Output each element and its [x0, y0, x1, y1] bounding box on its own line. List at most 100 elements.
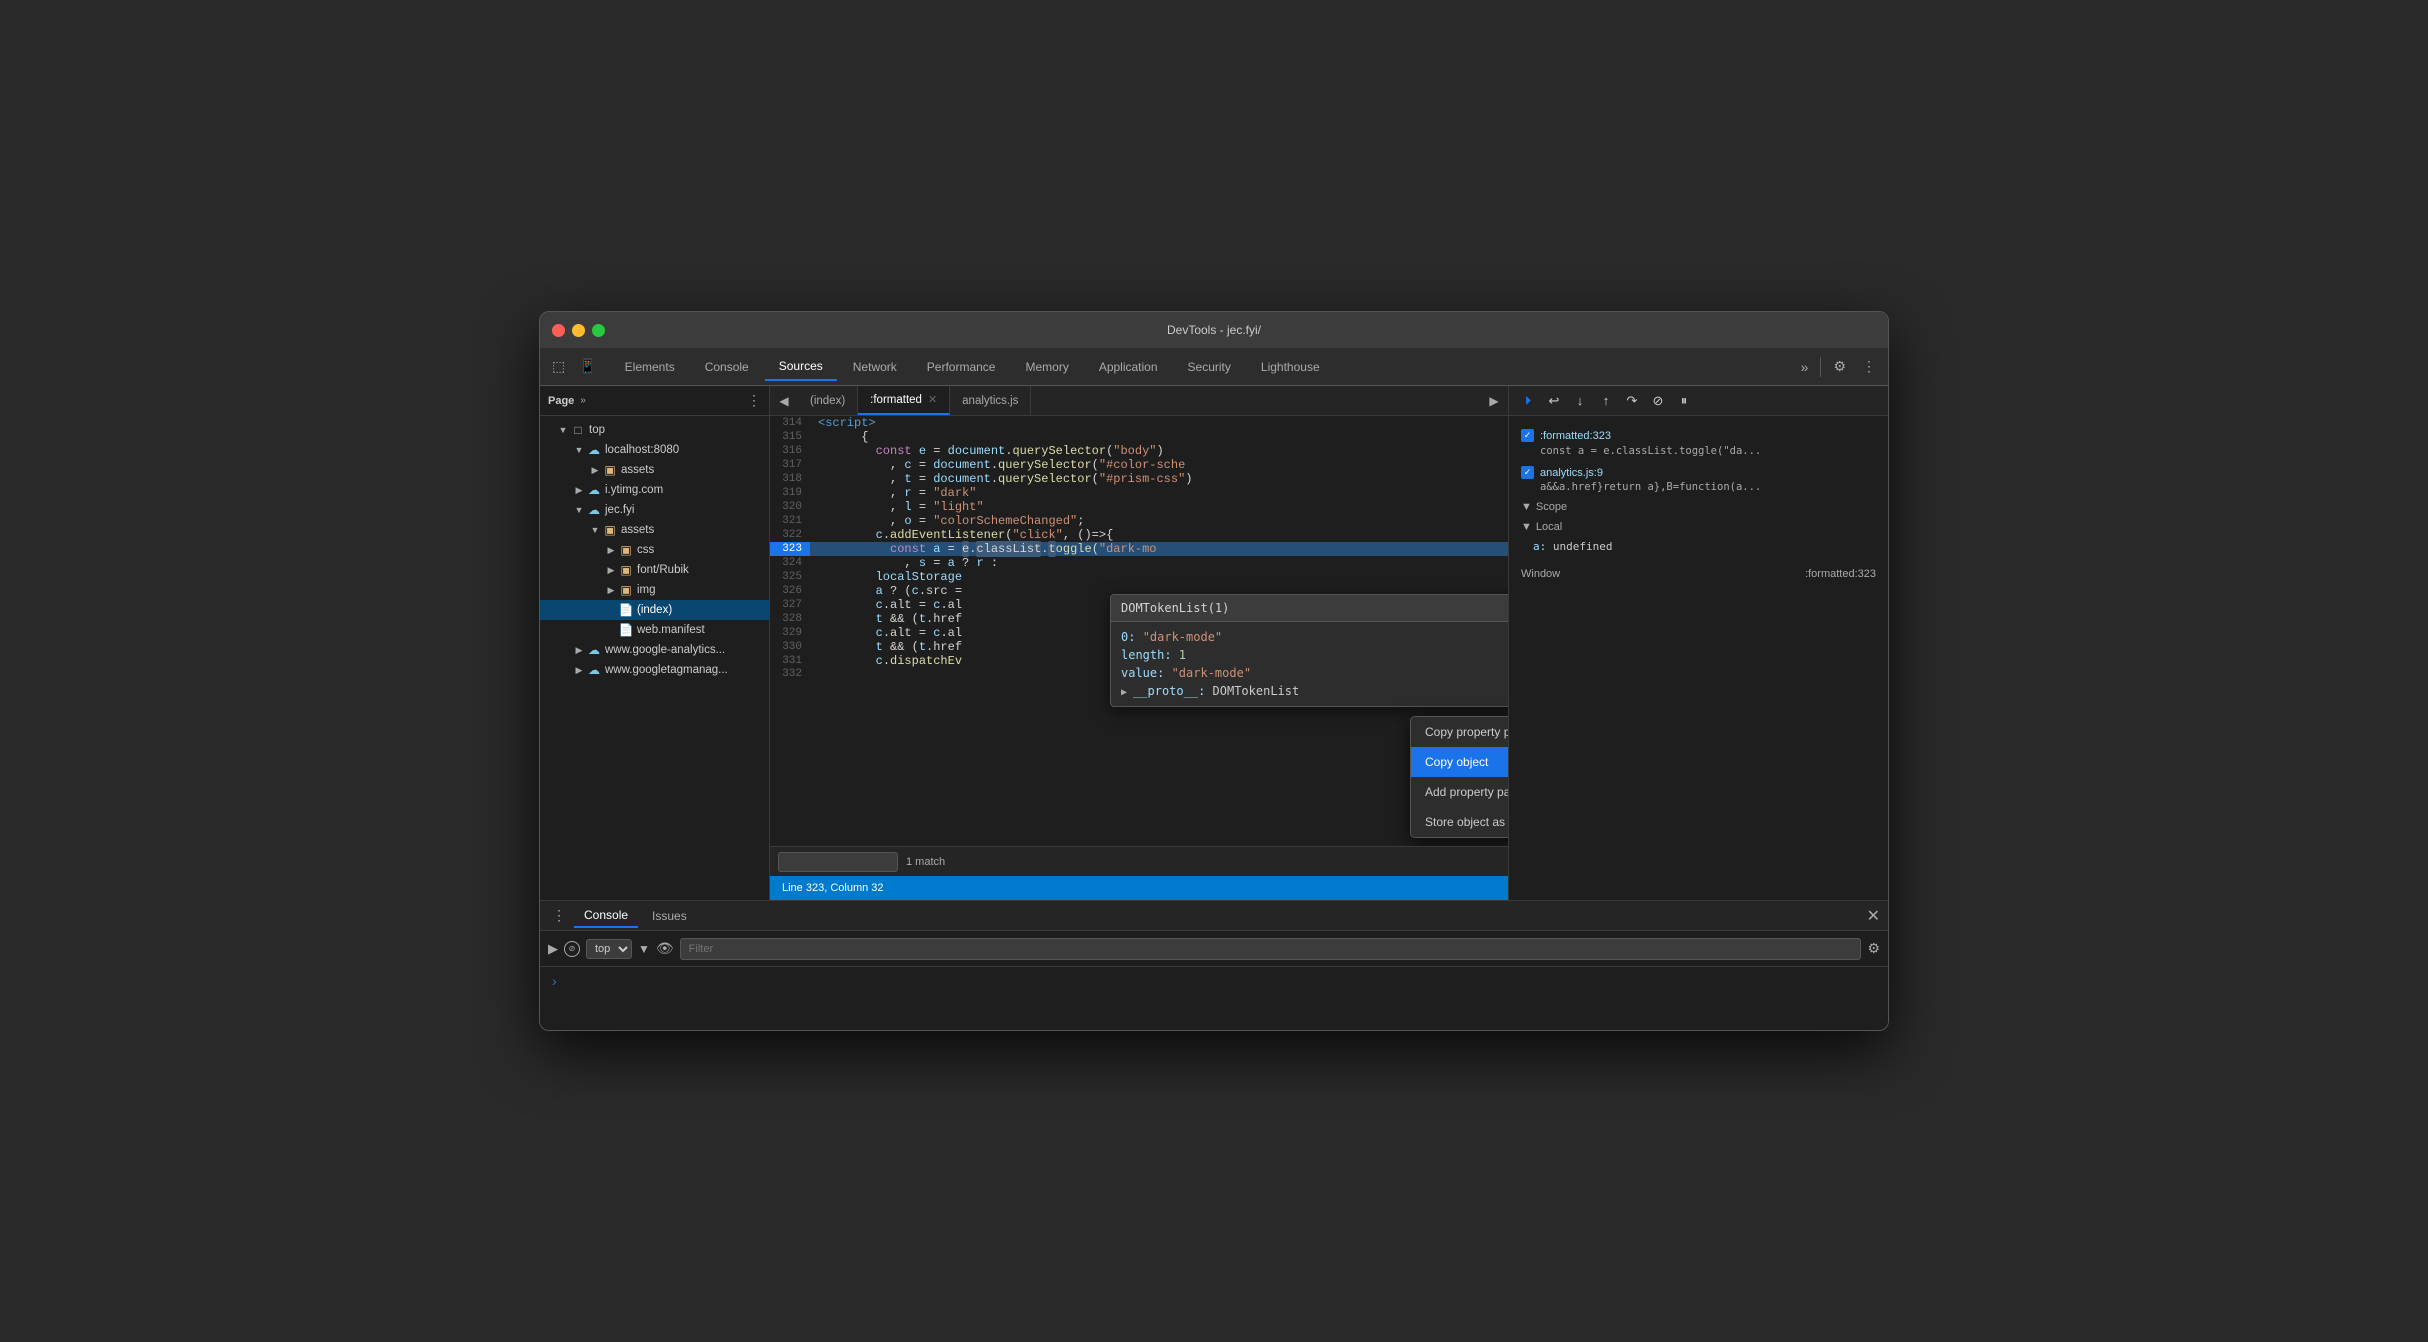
tab-performance[interactable]: Performance [913, 354, 1010, 380]
tree-item-ytimg[interactable]: ▶ ☁ i.ytimg.com [540, 480, 769, 500]
tooltip-val-value: "dark-mode" [1172, 666, 1251, 680]
console-context-select[interactable]: top [586, 939, 632, 959]
tooltip-val-proto: DOMTokenList [1213, 684, 1300, 698]
code-area[interactable]: 314 <script> 315 { 316 const e = documen… [770, 416, 1508, 846]
maximize-button[interactable] [592, 324, 605, 337]
context-menu-copy-object[interactable]: Copy object [1411, 747, 1508, 777]
editor-tab-formatted[interactable]: :formatted ✕ [858, 386, 950, 415]
console-block-btn[interactable]: ⊘ [564, 941, 580, 957]
tree-item-jec[interactable]: ▼ ☁ jec.fyi [540, 500, 769, 520]
tree-item-ga[interactable]: ▶ ☁ www.google-analytics... [540, 640, 769, 660]
tooltip-title: DOMTokenList(1) [1111, 595, 1508, 622]
tab-sources[interactable]: Sources [765, 353, 837, 381]
editor-nav-right[interactable]: ▶ [1480, 394, 1508, 408]
editor-tab-close[interactable]: ✕ [928, 393, 937, 406]
step-over-btn[interactable]: ↩ [1543, 390, 1565, 412]
more-tabs-icon[interactable]: » [1797, 355, 1813, 379]
step-out-btn[interactable]: ↑ [1595, 390, 1617, 412]
search-match-count: 1 match [906, 856, 945, 868]
pause-exceptions-btn[interactable]: ⏸ [1673, 390, 1695, 412]
breakpoint-checkbox-1[interactable]: ✓ [1521, 429, 1534, 442]
arrow-icon: ▶ [604, 543, 618, 557]
tree-label-gtm: www.googletagmanag... [605, 664, 728, 676]
editor-nav-left[interactable]: ◀ [770, 386, 798, 415]
file-tree-menu-icon[interactable]: ⋮ [747, 392, 761, 409]
tab-network[interactable]: Network [839, 354, 911, 380]
editor-tabs: ◀ (index) :formatted ✕ analytics.js ▶ [770, 386, 1508, 416]
step-btn[interactable]: ↷ [1621, 390, 1643, 412]
title-bar: DevTools - jec.fyi/ [540, 312, 1888, 348]
tree-item-manifest[interactable]: ▶ 📄 web.manifest [540, 620, 769, 640]
console-close-btn[interactable]: ✕ [1867, 906, 1880, 926]
tab-elements[interactable]: Elements [611, 354, 689, 380]
editor-tab-analytics[interactable]: analytics.js [950, 386, 1031, 415]
code-line-324: 324 , s = a ? r : [770, 556, 1508, 570]
proto-arrow-icon: ▶ [1121, 687, 1133, 698]
tooltip-key-value: value: [1121, 666, 1172, 680]
local-section-header[interactable]: ▼ Local [1509, 517, 1888, 537]
code-line-320: 320 , l = "light" [770, 500, 1508, 514]
scope-section-header[interactable]: ▼ Scope [1509, 497, 1888, 517]
scope-key-a: a: [1533, 540, 1553, 553]
tree-label-top: top [589, 424, 605, 436]
tree-item-top[interactable]: ▼ □ top [540, 420, 769, 440]
context-menu-store-global[interactable]: Store object as global variable [1411, 807, 1508, 837]
debugger-panel: ⏵ ↩ ↓ ↑ ↷ ⊘ ⏸ ✓ :formatted:323 [1508, 386, 1888, 900]
tree-label-css: css [637, 544, 654, 556]
code-line-322: 322 c.addEventListener("click", ()=>{ [770, 528, 1508, 542]
console-panel: ⋮ Console Issues ✕ ▶ ⊘ top ▼ 👁 ⚙ › [540, 900, 1888, 1030]
console-filter-input[interactable] [680, 938, 1862, 960]
step-into-btn[interactable]: ↓ [1569, 390, 1591, 412]
tree-label-img: img [637, 584, 656, 596]
folder-icon: ▣ [602, 462, 618, 478]
tab-console[interactable]: Console [691, 354, 763, 380]
inspector-icon[interactable]: ⬚ [548, 354, 569, 379]
console-settings-icon[interactable]: ⚙ [1867, 940, 1880, 957]
console-run-btn[interactable]: ▶ [548, 941, 558, 957]
file-icon: 📄 [618, 602, 634, 618]
bp-file-1: :formatted:323 [1540, 430, 1611, 442]
breakpoint-filename-1: :formatted:323 [1540, 428, 1761, 445]
window-label: Window [1521, 568, 1560, 580]
folder-icon: ▣ [602, 522, 618, 538]
file-tree-content: ▼ □ top ▼ ☁ localhost:8080 ▶ ▣ assets [540, 416, 769, 900]
tab-application[interactable]: Application [1085, 354, 1172, 380]
close-button[interactable] [552, 324, 565, 337]
tree-item-css[interactable]: ▶ ▣ css [540, 540, 769, 560]
console-dropdown-icon[interactable]: ▼ [638, 942, 650, 956]
console-eye-icon[interactable]: 👁 [656, 940, 674, 957]
tree-item-img[interactable]: ▶ ▣ img [540, 580, 769, 600]
console-menu-btn[interactable]: ⋮ [548, 905, 570, 927]
tab-memory[interactable]: Memory [1011, 354, 1082, 380]
editor-tab-index[interactable]: (index) [798, 386, 858, 415]
tab-bar-icons: ⬚ 📱 [548, 354, 601, 379]
console-tab-console[interactable]: Console [574, 904, 638, 928]
tree-item-gtm[interactable]: ▶ ☁ www.googletagmanag... [540, 660, 769, 680]
device-icon[interactable]: 📱 [575, 354, 600, 379]
resume-btn[interactable]: ⏵ [1517, 390, 1539, 412]
tab-lighthouse[interactable]: Lighthouse [1247, 354, 1334, 380]
context-menu-copy-path[interactable]: Copy property path [1411, 717, 1508, 747]
minimize-button[interactable] [572, 324, 585, 337]
folder-icon: ▣ [618, 542, 634, 558]
more-pages-icon[interactable]: » [580, 395, 586, 406]
console-tab-issues[interactable]: Issues [642, 905, 697, 927]
tree-label-index: (index) [637, 604, 672, 616]
tab-security[interactable]: Security [1174, 354, 1245, 380]
settings-icon[interactable]: ⚙ [1829, 354, 1850, 379]
breakpoint-checkbox-2[interactable]: ✓ [1521, 466, 1534, 479]
deactivate-breakpoints-btn[interactable]: ⊘ [1647, 390, 1669, 412]
tree-item-assets-jec[interactable]: ▼ ▣ assets [540, 520, 769, 540]
arrow-icon: ▼ [588, 523, 602, 537]
tree-item-localhost[interactable]: ▼ ☁ localhost:8080 [540, 440, 769, 460]
tooltip-val-length: 1 [1179, 648, 1186, 662]
tree-item-assets-localhost[interactable]: ▶ ▣ assets [540, 460, 769, 480]
code-line-319: 319 , r = "dark" [770, 486, 1508, 500]
console-input-row: ▶ ⊘ top ▼ 👁 ⚙ [540, 931, 1888, 967]
search-input[interactable] [778, 852, 898, 872]
cloud-icon: ☁ [586, 502, 602, 518]
more-options-icon[interactable]: ⋮ [1858, 354, 1880, 379]
tree-item-font[interactable]: ▶ ▣ font/Rubik [540, 560, 769, 580]
tree-item-index[interactable]: ▶ 📄 (index) [540, 600, 769, 620]
context-menu-add-watch[interactable]: Add property path to watch [1411, 777, 1508, 807]
